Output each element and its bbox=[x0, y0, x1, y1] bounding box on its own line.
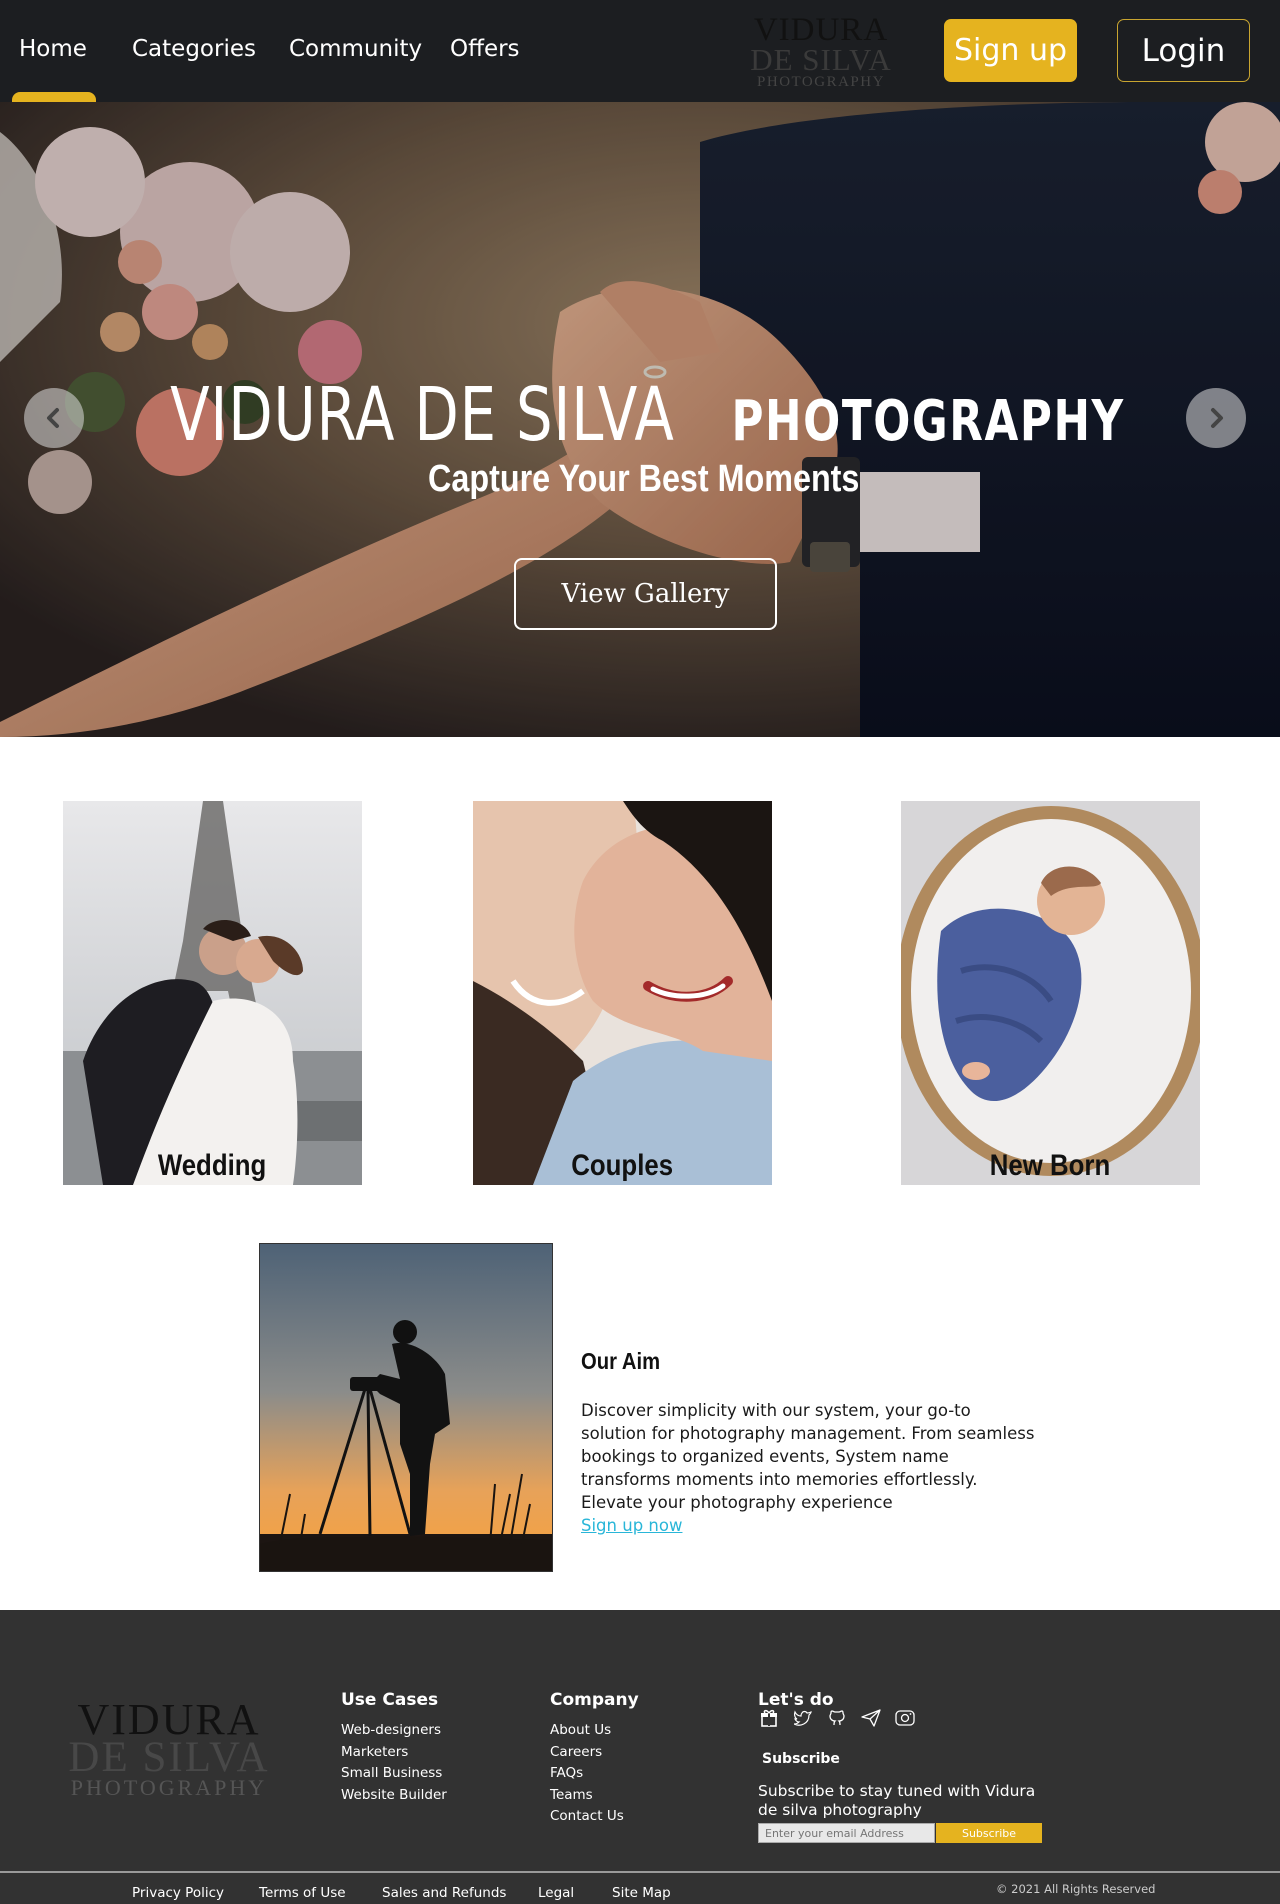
nav-link-home[interactable]: Home bbox=[19, 36, 87, 62]
github-icon[interactable] bbox=[826, 1708, 848, 1728]
hero-title: VIDURA DE SILVA PHOTOGRAPHY bbox=[0, 372, 1280, 458]
privacy-policy-link[interactable]: Privacy Policy bbox=[132, 1885, 224, 1901]
social-icons bbox=[758, 1708, 916, 1728]
aim-title: Our Aim bbox=[581, 1348, 671, 1375]
signup-now-link[interactable]: Sign up now bbox=[581, 1516, 682, 1535]
footer-link[interactable]: Web-designers bbox=[341, 1722, 447, 1744]
footer-brand-line-3: PHOTOGRAPHY bbox=[70, 1775, 268, 1800]
send-icon[interactable] bbox=[860, 1708, 882, 1728]
couples-photo bbox=[473, 801, 772, 1185]
subscribe-button[interactable]: Subscribe bbox=[936, 1823, 1042, 1843]
aim-title-text: Our Aim bbox=[581, 1348, 661, 1374]
category-card-newborn[interactable]: New Born bbox=[901, 801, 1200, 1185]
sales-and-refunds-link[interactable]: Sales and Refunds bbox=[382, 1885, 506, 1901]
footer-link[interactable]: FAQs bbox=[550, 1765, 624, 1787]
subscribe-title: Subscribe bbox=[762, 1751, 840, 1767]
brand-line-2: DE SILVA bbox=[750, 42, 892, 77]
instagram-icon[interactable] bbox=[894, 1708, 916, 1728]
newborn-photo bbox=[901, 801, 1200, 1185]
hero-subtitle-text: Capture Your Best Moments bbox=[428, 458, 860, 500]
footer-company-title: Company bbox=[550, 1690, 639, 1710]
category-label-text: Wedding bbox=[158, 1149, 267, 1182]
footer-link[interactable]: Website Builder bbox=[341, 1787, 447, 1809]
gift-icon[interactable] bbox=[758, 1708, 780, 1728]
hero-carousel: VIDURA DE SILVA PHOTOGRAPHY Capture Your … bbox=[0, 102, 1280, 737]
footer-link[interactable]: Contact Us bbox=[550, 1808, 624, 1830]
footer-link[interactable]: About Us bbox=[550, 1722, 624, 1744]
signup-button[interactable]: Sign up bbox=[944, 19, 1077, 82]
hero-subtitle: Capture Your Best Moments bbox=[0, 458, 1280, 501]
category-label: Couples bbox=[473, 1149, 772, 1183]
footer-link[interactable]: Small Business bbox=[341, 1765, 447, 1787]
hero-title-suffix: PHOTOGRAPHY bbox=[731, 389, 1126, 454]
footer-use-cases-title: Use Cases bbox=[341, 1690, 439, 1710]
category-label-text: New Born bbox=[990, 1149, 1111, 1182]
footer-company-list: About Us Careers FAQs Teams Contact Us bbox=[550, 1722, 624, 1830]
footer-link[interactable]: Marketers bbox=[341, 1744, 447, 1766]
category-card-wedding[interactable]: Wedding bbox=[63, 801, 362, 1185]
photographer-silhouette-image bbox=[259, 1243, 553, 1572]
aim-description: Discover simplicity with our system, you… bbox=[581, 1399, 1041, 1537]
nav-link-offers[interactable]: Offers bbox=[450, 36, 520, 62]
footer-link[interactable]: Teams bbox=[550, 1787, 624, 1809]
top-navbar: Home Categories Community Offers VIDURA … bbox=[0, 0, 1280, 104]
footer-divider bbox=[0, 1871, 1280, 1873]
nav-link-community[interactable]: Community bbox=[289, 36, 422, 62]
footer-brand-logo[interactable]: VIDURA DE SILVA PHOTOGRAPHY bbox=[44, 1698, 294, 1799]
brand-logo[interactable]: VIDURA DE SILVA PHOTOGRAPHY bbox=[746, 14, 896, 90]
aim-description-text: Discover simplicity with our system, you… bbox=[581, 1401, 1035, 1512]
twitter-icon[interactable] bbox=[792, 1708, 814, 1728]
nav-link-categories[interactable]: Categories bbox=[132, 36, 256, 62]
site-map-link[interactable]: Site Map bbox=[612, 1885, 671, 1901]
footer-lets-do-title: Let's do bbox=[758, 1690, 834, 1710]
wedding-photo bbox=[63, 801, 362, 1185]
terms-of-use-link[interactable]: Terms of Use bbox=[259, 1885, 346, 1901]
subscribe-description: Subscribe to stay tuned with Vidura de s… bbox=[758, 1782, 1036, 1819]
view-gallery-button[interactable]: View Gallery bbox=[514, 558, 777, 630]
legal-link[interactable]: Legal bbox=[538, 1885, 574, 1901]
footer-use-cases-list: Web-designers Marketers Small Business W… bbox=[341, 1722, 447, 1808]
copyright-text: © 2021 All Rights Reserved bbox=[996, 1882, 1156, 1896]
hero-title-main: VIDURA DE SILVA bbox=[170, 372, 676, 458]
brand-line-3: PHOTOGRAPHY bbox=[757, 74, 885, 90]
category-label: New Born bbox=[901, 1149, 1200, 1183]
category-label-text: Couples bbox=[571, 1149, 674, 1182]
footer: VIDURA DE SILVA PHOTOGRAPHY Use Cases We… bbox=[0, 1610, 1280, 1904]
footer-brand-line-2: DE SILVA bbox=[68, 1734, 270, 1781]
subscribe-email-input[interactable] bbox=[758, 1823, 935, 1843]
category-card-couples[interactable]: Couples bbox=[473, 801, 772, 1185]
category-label: Wedding bbox=[63, 1149, 362, 1183]
login-button[interactable]: Login bbox=[1117, 19, 1250, 82]
footer-link[interactable]: Careers bbox=[550, 1744, 624, 1766]
